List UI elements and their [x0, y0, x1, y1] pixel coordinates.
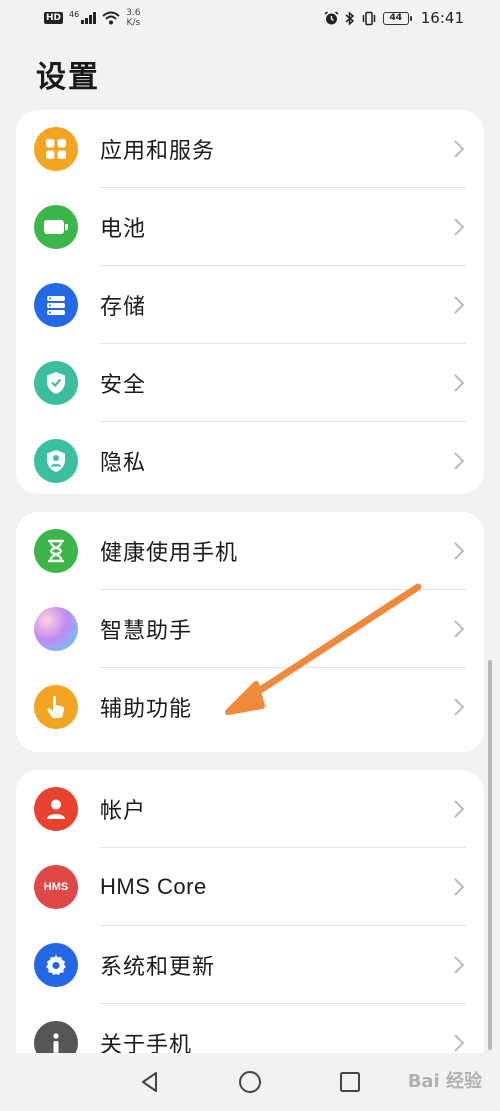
- bluetooth-icon: [345, 10, 354, 26]
- privacy-icon: [34, 439, 78, 483]
- chevron-right-icon: [454, 452, 465, 470]
- watermark: Bai 经验: [407, 1071, 482, 1092]
- settings-item-account[interactable]: 帐户: [16, 770, 484, 848]
- recents-icon[interactable]: [339, 1071, 361, 1093]
- status-bar: HD 46 3.6 K/s 44 16:41: [0, 0, 500, 36]
- hand-icon: [34, 685, 78, 729]
- shield-icon: [34, 361, 78, 405]
- network-speed: 3.6 K/s: [126, 8, 140, 28]
- settings-item-digital-balance[interactable]: 健康使用手机: [16, 512, 484, 590]
- settings-item-label: 辅助功能: [100, 697, 193, 722]
- chevron-right-icon: [454, 698, 465, 716]
- hms-icon-text: HMS: [43, 881, 69, 893]
- settings-group-3: 帐户 HMS HMS Core 系统和更新 关于手机: [16, 770, 484, 1070]
- network-type: 46: [69, 9, 80, 19]
- settings-item-battery[interactable]: 电池: [16, 188, 484, 266]
- status-left: HD 46 3.6 K/s: [44, 8, 141, 28]
- settings-item-security[interactable]: 安全: [16, 344, 484, 422]
- chevron-right-icon: [454, 800, 465, 818]
- settings-group-1: 应用和服务 电池 存储 安全 隐私: [16, 110, 484, 494]
- settings-item-label: 系统和更新: [100, 955, 216, 980]
- page-title: 设置: [36, 60, 100, 95]
- settings-item-label: 智慧助手: [100, 619, 193, 644]
- clock: 16:41: [420, 9, 464, 27]
- chevron-right-icon: [454, 620, 465, 638]
- account-icon: [34, 787, 78, 831]
- chevron-right-icon: [454, 542, 465, 560]
- assistant-icon: [34, 607, 78, 651]
- wifi-icon: [102, 11, 120, 25]
- status-right: 44 16:41: [324, 9, 464, 27]
- settings-gear-icon: [34, 943, 78, 987]
- settings-item-storage[interactable]: 存储: [16, 266, 484, 344]
- speed-value: 3.6: [126, 8, 141, 18]
- battery-indicator: 44: [382, 11, 412, 25]
- settings-item-label: 存储: [100, 295, 147, 320]
- settings-item-label: 应用和服务: [100, 139, 216, 164]
- home-icon[interactable]: [238, 1070, 262, 1094]
- settings-item-label: 电池: [100, 217, 147, 242]
- speed-unit: K/s: [126, 18, 141, 28]
- settings-item-label: 安全: [100, 373, 147, 398]
- signal-icon: [81, 12, 97, 24]
- settings-item-smart-assistant[interactable]: 智慧助手: [16, 590, 484, 668]
- apps-icon: [34, 127, 78, 171]
- settings-item-label: 隐私: [100, 451, 147, 476]
- chevron-right-icon: [454, 374, 465, 392]
- scrollbar[interactable]: [488, 660, 492, 1050]
- chevron-right-icon: [454, 878, 465, 896]
- settings-item-apps-services[interactable]: 应用和服务: [16, 110, 484, 188]
- alarm-icon: [324, 10, 339, 24]
- settings-item-label: 健康使用手机: [100, 541, 239, 566]
- hd-badge: HD: [44, 12, 64, 24]
- settings-item-label: HMS Core: [100, 874, 207, 899]
- back-icon[interactable]: [139, 1071, 161, 1093]
- storage-icon: [34, 283, 78, 327]
- settings-item-privacy[interactable]: 隐私: [16, 422, 484, 494]
- chevron-right-icon: [454, 296, 465, 314]
- chevron-right-icon: [454, 956, 465, 974]
- hourglass-icon: [34, 529, 78, 573]
- chevron-right-icon: [454, 218, 465, 236]
- settings-group-2: 健康使用手机 智慧助手 辅助功能: [16, 512, 484, 752]
- settings-item-hms-core[interactable]: HMS HMS Core: [16, 848, 484, 926]
- chevron-right-icon: [454, 140, 465, 158]
- settings-item-label: 帐户: [100, 799, 147, 824]
- hms-icon: HMS: [34, 865, 78, 909]
- settings-item-accessibility[interactable]: 辅助功能: [16, 668, 484, 746]
- settings-item-system-updates[interactable]: 系统和更新: [16, 926, 484, 1004]
- battery-icon: [34, 205, 78, 249]
- vibrate-icon: [362, 11, 376, 25]
